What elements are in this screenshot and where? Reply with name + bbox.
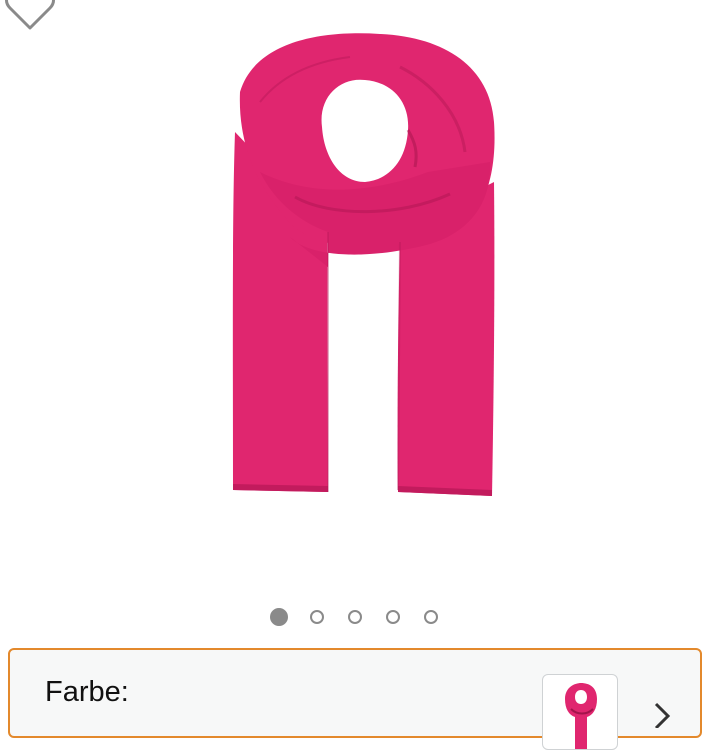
swatch-scarf-image — [565, 683, 597, 749]
variant-label: Farbe: — [45, 676, 129, 708]
carousel-dot-3[interactable] — [348, 610, 362, 624]
wishlist-heart-icon[interactable] — [4, 0, 56, 32]
color-swatch-thumbnail[interactable] — [542, 674, 618, 750]
carousel-dot-2[interactable] — [310, 610, 324, 624]
chevron-right-icon — [654, 702, 671, 728]
carousel-dot-5[interactable] — [424, 610, 438, 624]
color-variant-selector[interactable]: Farbe: — [8, 648, 702, 750]
carousel-pagination — [0, 608, 710, 630]
product-image-scarf[interactable] — [200, 22, 520, 502]
carousel-dot-1[interactable] — [270, 608, 288, 626]
carousel-dot-4[interactable] — [386, 610, 400, 624]
